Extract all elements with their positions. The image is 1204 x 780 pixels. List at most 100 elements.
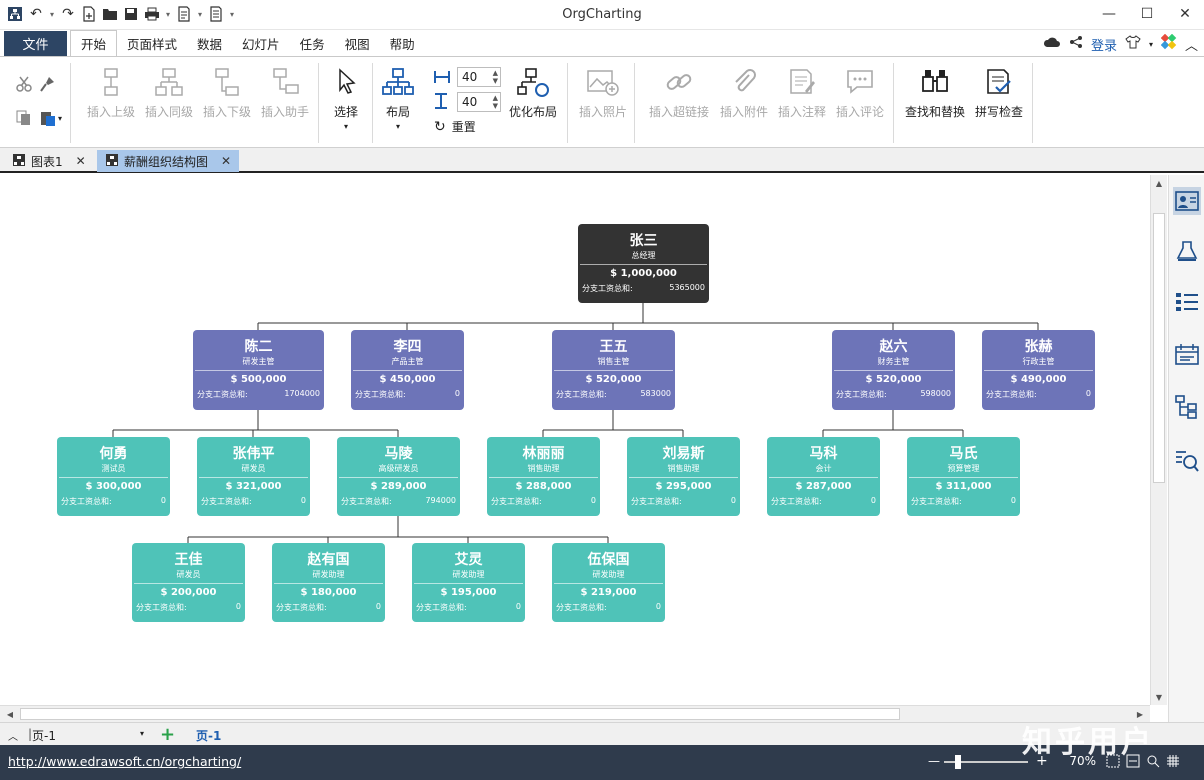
copy-icon[interactable] (14, 108, 34, 128)
spinner-arrows-icon[interactable]: ▲ ▼ (493, 94, 498, 110)
insert-attachment-button[interactable]: 插入附件 (717, 65, 771, 120)
doc-tab-salary-org-chart[interactable]: 薪酬组织结构图 ✕ (97, 150, 240, 172)
close-tab-icon[interactable]: ✕ (76, 154, 86, 168)
horizontal-spacing-input[interactable]: 40 ▲ ▼ (457, 67, 501, 87)
add-page-icon[interactable]: + (160, 724, 175, 745)
insert-photo-button[interactable]: 插入照片 (576, 65, 630, 120)
binoculars-icon (918, 65, 952, 99)
tab-help[interactable]: 帮助 (380, 30, 425, 56)
layout-button[interactable]: 布局 ▾ (378, 65, 418, 131)
org-node-manager[interactable]: 赵六 财务主管 $ 520,000 分支工资总和: 598000 (832, 330, 955, 410)
grid-icon[interactable] (1166, 754, 1180, 771)
share-icon[interactable] (1069, 35, 1083, 53)
tab-data[interactable]: 数据 (187, 30, 232, 56)
org-node-staff[interactable]: 赵有国 研发助理 $ 180,000 分支工资总和: 0 (272, 543, 385, 622)
vertical-scroll-thumb[interactable] (1153, 213, 1165, 483)
select-dropdown-icon[interactable]: ▾ (344, 122, 348, 131)
insert-comment-button[interactable]: 插入评论 (833, 65, 887, 120)
page-selector-dropdown-icon[interactable]: ▾ (140, 729, 144, 738)
layout-label: 布局 (385, 105, 410, 119)
theme-shirt-icon[interactable] (1125, 35, 1141, 53)
org-node-staff[interactable]: 马氏 预算管理 $ 311,000 分支工资总和: 0 (907, 437, 1020, 516)
zoom-in-icon[interactable]: + (1036, 753, 1048, 769)
org-node-staff[interactable]: 王佳 研发员 $ 200,000 分支工资总和: 0 (132, 543, 245, 622)
org-node-staff[interactable]: 张伟平 研发员 $ 321,000 分支工资总和: 0 (197, 437, 310, 516)
node-salary: $ 450,000 (379, 374, 436, 385)
node-title: 财务主管 (877, 357, 910, 366)
insert-hyperlink-button[interactable]: 插入超链接 (645, 65, 713, 120)
website-link[interactable]: http://www.edrawsoft.cn/orgcharting/ (8, 754, 241, 769)
page-tab-active[interactable]: 页-1 (196, 727, 221, 744)
horizontal-scrollbar[interactable]: ◀ ▶ (0, 705, 1150, 722)
apps-icon[interactable] (1160, 33, 1177, 54)
insert-parent-icon (94, 65, 128, 99)
login-link[interactable]: 登录 (1091, 35, 1117, 54)
tab-view[interactable]: 视图 (335, 30, 380, 56)
list-view-icon[interactable] (1173, 288, 1201, 316)
org-node-manager[interactable]: 王五 销售主管 $ 520,000 分支工资总和: 583000 (552, 330, 675, 410)
select-button[interactable]: 选择 ▾ (326, 65, 366, 131)
zoom-fit-icon[interactable] (1146, 754, 1160, 771)
tree-structure-icon[interactable] (1173, 393, 1201, 421)
spell-check-button[interactable]: 拼写检查 (972, 65, 1026, 120)
org-node-staff[interactable]: 艾灵 研发助理 $ 195,000 分支工资总和: 0 (412, 543, 525, 622)
vertical-spacing-input[interactable]: 40 ▲ ▼ (457, 92, 501, 112)
optimize-layout-button[interactable]: 优化布局 (505, 65, 561, 120)
tab-page-style[interactable]: 页面样式 (117, 30, 187, 56)
tab-tasks[interactable]: 任务 (290, 30, 335, 56)
cut-icon[interactable] (14, 74, 34, 94)
org-node-manager[interactable]: 陈二 研发主管 $ 500,000 分支工资总和: 1704000 (193, 330, 324, 410)
org-node-manager[interactable]: 张赫 行政主管 $ 490,000 分支工资总和: 0 (982, 330, 1095, 410)
org-node-staff[interactable]: 马科 会计 $ 287,000 分支工资总和: 0 (767, 437, 880, 516)
search-list-icon[interactable] (1173, 447, 1201, 475)
collapse-ribbon-icon[interactable]: ︿ (1185, 35, 1198, 54)
scroll-down-icon[interactable]: ▼ (1151, 689, 1167, 705)
page-selector[interactable]: 页-1 (32, 727, 56, 744)
doc-tab-chart1[interactable]: 图表1 ✕ (4, 150, 94, 172)
insert-note-button[interactable]: 插入注释 (775, 65, 829, 120)
org-node-staff[interactable]: 马陵 高级研发员 $ 289,000 分支工资总和: 794000 (337, 437, 460, 516)
theme-dropdown-icon[interactable]: ▾ (1149, 40, 1153, 49)
insert-photo-label: 插入照片 (578, 105, 627, 119)
org-node-staff[interactable]: 刘易斯 销售助理 $ 295,000 分支工资总和: 0 (627, 437, 740, 516)
drawing-canvas[interactable]: 张三 总经理 $ 1,000,000 分支工资总和: 5365000 陈二 研发主… (0, 175, 1150, 705)
collapse-icon[interactable]: ︿ (8, 728, 18, 743)
find-replace-button[interactable]: 查找和替换 (902, 65, 968, 120)
format-painter-icon[interactable] (38, 74, 58, 94)
zoom-out-icon[interactable]: — (928, 754, 940, 768)
org-node-root[interactable]: 张三 总经理 $ 1,000,000 分支工资总和: 5365000 (578, 224, 709, 303)
insert-child-button[interactable]: 插入下级 (200, 65, 254, 120)
horizontal-scroll-thumb[interactable] (20, 708, 900, 720)
org-node-staff[interactable]: 伍保国 研发助理 $ 219,000 分支工资总和: 0 (552, 543, 665, 622)
spinner-arrows-icon[interactable]: ▲ ▼ (493, 69, 498, 85)
maximize-icon[interactable]: ☐ (1128, 0, 1166, 28)
calendar-icon[interactable] (1173, 340, 1201, 368)
subtotal-label: 分支工资总和: (201, 497, 252, 506)
scroll-up-icon[interactable]: ▲ (1151, 175, 1167, 191)
cloud-icon[interactable] (1043, 35, 1061, 53)
minimize-icon[interactable]: — (1090, 0, 1128, 28)
org-node-staff[interactable]: 林丽丽 销售助理 $ 288,000 分支工资总和: 0 (487, 437, 600, 516)
insert-sibling-button[interactable]: 插入同级 (142, 65, 196, 120)
insert-parent-button[interactable]: 插入上级 (84, 65, 138, 120)
insert-child-icon (210, 65, 244, 99)
zoom-slider-handle[interactable] (955, 755, 961, 769)
layout-dropdown-icon[interactable]: ▾ (396, 122, 400, 131)
tab-home[interactable]: 开始 (70, 30, 118, 56)
fit-page-icon[interactable] (1106, 754, 1120, 771)
scroll-left-icon[interactable]: ◀ (2, 706, 18, 722)
insert-assistant-button[interactable]: 插入助手 (258, 65, 312, 120)
fill-bucket-icon[interactable] (1173, 237, 1201, 265)
close-tab-icon[interactable]: ✕ (221, 154, 231, 168)
org-node-manager[interactable]: 李四 产品主管 $ 450,000 分支工资总和: 0 (351, 330, 464, 410)
tab-slides[interactable]: 幻灯片 (232, 30, 290, 56)
org-node-staff[interactable]: 何勇 测试员 $ 300,000 分支工资总和: 0 (57, 437, 170, 516)
reset-button[interactable]: ↻ 重置 (434, 118, 476, 135)
file-menu[interactable]: 文件 (4, 31, 67, 56)
vertical-scrollbar[interactable]: ▲ ▼ (1150, 175, 1167, 705)
close-icon[interactable]: ✕ (1166, 0, 1204, 28)
optimize-layout-label: 优化布局 (508, 105, 557, 119)
contact-card-icon[interactable] (1173, 187, 1201, 215)
paste-dropdown-icon[interactable]: ▾ (55, 108, 65, 128)
fit-width-icon[interactable] (1126, 754, 1140, 771)
